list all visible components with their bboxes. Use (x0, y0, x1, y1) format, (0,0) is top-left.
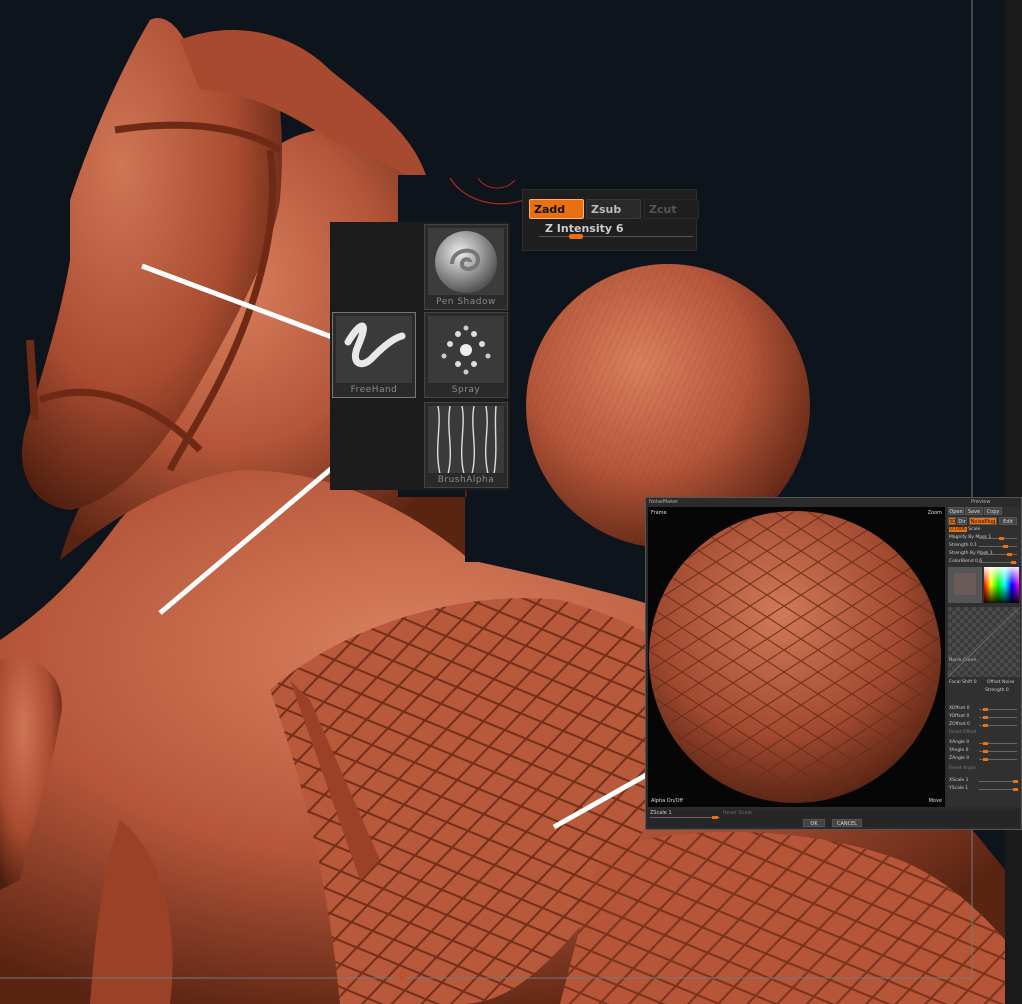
reset-offset-button[interactable]: Reset Offset (949, 729, 1019, 736)
reset-scale-button[interactable]: Reset Scale (723, 810, 752, 816)
yscale-slider[interactable]: YScale 1 (949, 785, 1019, 792)
z-intensity-label: Z Intensity 6 (545, 222, 624, 235)
brush-label: FreeHand (333, 383, 415, 397)
noise-preview-sphere (649, 511, 941, 803)
magnify-slider[interactable]: Magnify By Mask 1 (949, 534, 1019, 541)
save-button[interactable]: Save (965, 507, 983, 515)
slider-label: YScale 1 (949, 786, 969, 791)
brush-palette: Pen Shadow FreeHand Spray BrushAlpha (330, 222, 510, 490)
xoffset-slider[interactable]: XOffset 0 (949, 705, 1019, 712)
scale-label: Scale (968, 527, 981, 532)
spray-dots-icon (428, 316, 504, 384)
zoom-button[interactable]: Zoom (928, 510, 942, 516)
slider-label: Strength 0 (985, 688, 1009, 693)
slider-label: YOffset 0 (949, 714, 970, 719)
strength-zero-slider[interactable]: Strength 0 (949, 687, 1019, 694)
zsub-button[interactable]: Zsub (586, 199, 641, 219)
slider-label: XScale 1 (949, 778, 969, 783)
z-intensity-slider-track[interactable] (539, 236, 693, 237)
copy-button[interactable]: Copy (984, 507, 1002, 515)
3d-toggle[interactable]: 3D (948, 517, 956, 525)
zangle-slider[interactable]: ZAngle 0 (949, 755, 1019, 762)
scale-value: 0.1406 (949, 527, 967, 532)
noise-preview-viewport[interactable]: Frame Zoom Alpha On/Off Move (648, 507, 945, 807)
preview-title: Preview (971, 499, 991, 505)
slider-label: XOffset 0 (949, 706, 970, 711)
slider-label: YAngle 0 (949, 748, 969, 753)
noise-curve-label: Noise Curve (949, 658, 977, 663)
zscale-slider[interactable]: ZScale 1 (650, 810, 672, 816)
open-button[interactable]: Open (948, 507, 964, 515)
edit-button[interactable]: Edit (999, 517, 1017, 525)
reset-angle-button[interactable]: Reset Angle (949, 765, 1019, 772)
brush-freehand[interactable]: FreeHand (332, 312, 416, 398)
focal-shift-slider[interactable]: Focal Shift 0 Offset Noise (949, 679, 1019, 686)
dir-toggle[interactable]: Dir (957, 517, 967, 525)
z-intensity-slider-handle[interactable] (569, 234, 583, 239)
yangle-slider[interactable]: YAngle 0 (949, 747, 1019, 754)
strength-mask-slider[interactable]: Strength By Mask 1 (949, 550, 1019, 557)
dialog-title: NoiseMaker (649, 499, 679, 505)
brush-alpha-icon (428, 406, 504, 474)
cancel-button[interactable]: CANCEL (832, 819, 862, 827)
xscale-slider[interactable]: XScale 1 (949, 777, 1019, 784)
slider-label: ZAngle 0 (949, 756, 970, 761)
z-mode-bar: Zadd Zsub Zcut Z Intensity 6 (522, 189, 699, 251)
pen-shadow-icon (428, 228, 504, 296)
move-button[interactable]: Move (929, 798, 942, 804)
color-pickers[interactable] (948, 567, 1020, 605)
scale-slider[interactable]: 0.1406 Scale (949, 526, 1019, 533)
slider-label: ZOffset 0 (949, 722, 970, 727)
colorblend-slider[interactable]: ColorBlend 0.6 (949, 558, 1019, 565)
brush-pen-shadow[interactable]: Pen Shadow (424, 224, 508, 310)
xangle-slider[interactable]: XAngle 0 (949, 739, 1019, 746)
frame-button[interactable]: Frame (651, 510, 667, 516)
yoffset-slider[interactable]: YOffset 0 (949, 713, 1019, 720)
freehand-stroke-icon (336, 316, 412, 384)
ok-button[interactable]: OK (803, 819, 825, 827)
noise-settings-panel: Open Save Copy 3D Dir NoisePlug Edit 0.1… (947, 507, 1021, 807)
alpha-toggle[interactable]: Alpha On/Off (651, 798, 683, 804)
offset-noise-label: Offset Noise (987, 680, 1015, 685)
slider-label: XAngle 0 (949, 740, 970, 745)
slider-label: ColorBlend 0.6 (949, 559, 983, 564)
slider-label: Focal Shift 0 (949, 680, 977, 685)
noise-maker-dialog: NoiseMaker Preview Frame Zoom Alpha On/O… (645, 497, 1022, 830)
brush-spray[interactable]: Spray (424, 312, 508, 398)
brush-label: BrushAlpha (425, 473, 507, 487)
zcut-button[interactable]: Zcut (644, 199, 699, 219)
zoffset-slider[interactable]: ZOffset 0 (949, 721, 1019, 728)
slider-label: Strength 0.1 (949, 543, 978, 548)
zadd-button[interactable]: Zadd (529, 199, 584, 219)
brush-alpha[interactable]: BrushAlpha (424, 402, 508, 488)
strength-slider[interactable]: Strength 0.1 (949, 542, 1019, 549)
brush-label: Pen Shadow (425, 295, 507, 309)
brush-label: Spray (425, 383, 507, 397)
noiseplug-button[interactable]: NoisePlug (969, 517, 997, 525)
noise-curve-editor[interactable] (948, 607, 1020, 677)
